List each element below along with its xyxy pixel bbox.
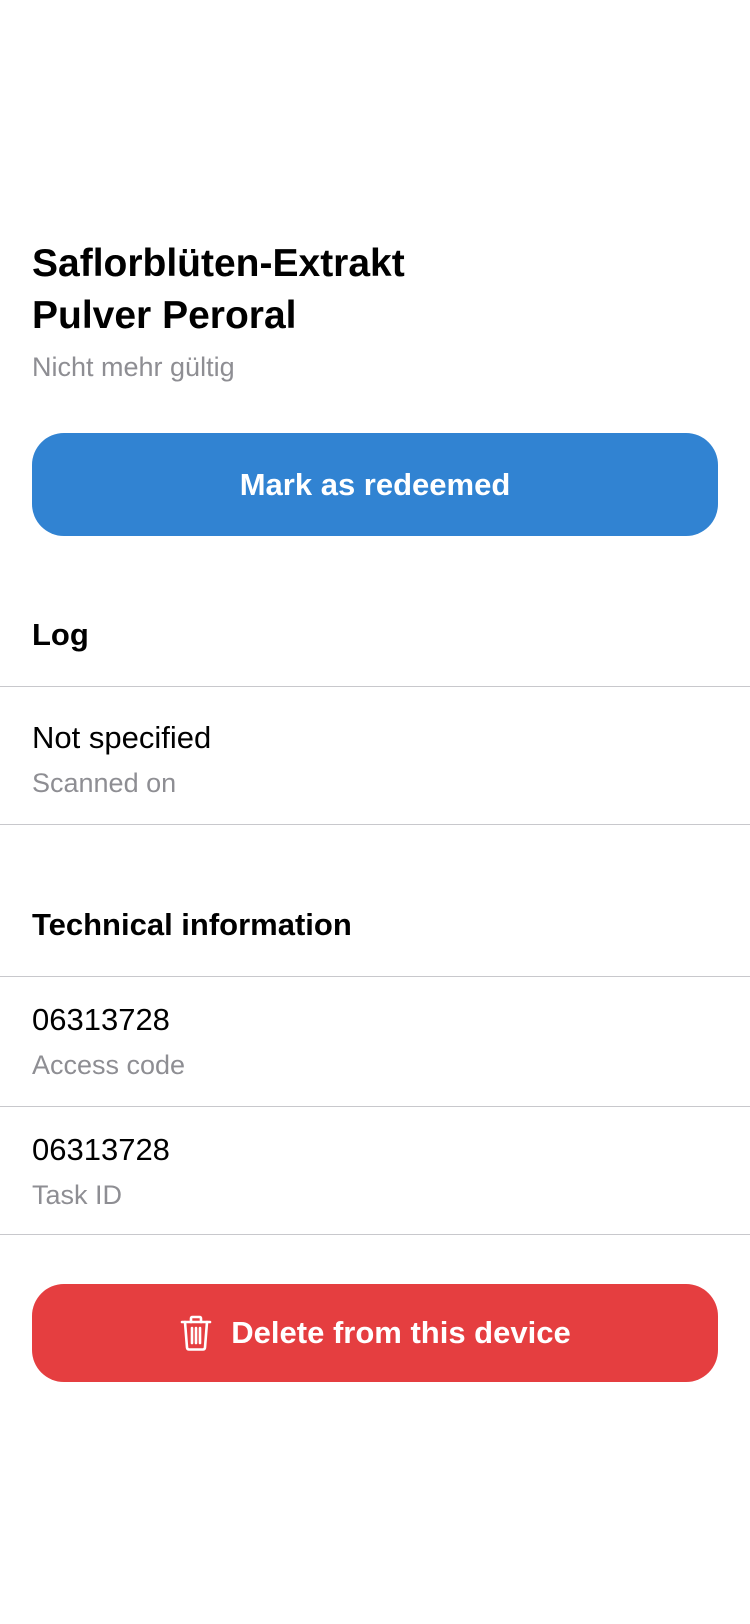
divider	[0, 1106, 750, 1107]
task-id-value: 06313728	[32, 1132, 170, 1167]
access-code-label: Access code	[32, 1050, 186, 1080]
scanned-on-value: Not specified	[32, 720, 212, 755]
scanned-on-label: Scanned on	[32, 768, 177, 798]
delete-from-device-label: Delete from this device	[231, 1315, 571, 1350]
page-title: Saflorblüten-Extrakt Pulver Peroral	[32, 242, 405, 337]
divider	[0, 686, 750, 687]
divider	[0, 1234, 750, 1235]
technical-information-heading: Technical information	[32, 907, 352, 942]
mark-as-redeemed-button[interactable]: Mark as redeemed	[32, 433, 718, 536]
validity-status: Nicht mehr gültig	[32, 352, 235, 382]
delete-from-device-button[interactable]: Delete from this device	[32, 1284, 718, 1382]
access-code-value: 06313728	[32, 1002, 170, 1037]
log-section-heading: Log	[32, 617, 89, 652]
trash-icon	[179, 1314, 213, 1352]
mark-as-redeemed-label: Mark as redeemed	[239, 466, 511, 502]
task-id-label: Task ID	[32, 1180, 123, 1210]
divider	[0, 976, 750, 977]
divider	[0, 824, 750, 825]
